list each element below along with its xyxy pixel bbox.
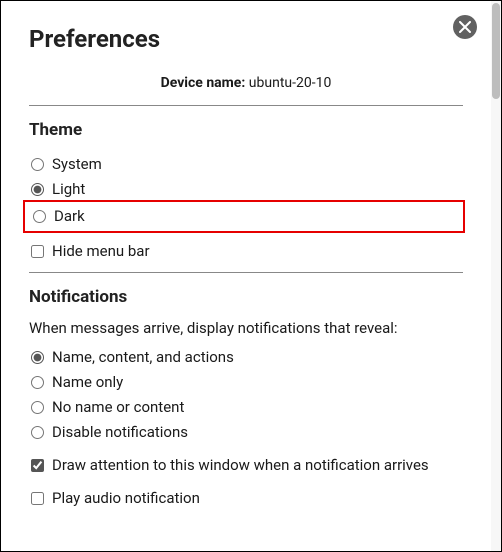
checkbox-play-audio[interactable] xyxy=(31,492,44,505)
play-audio-label: Play audio notification xyxy=(52,488,200,509)
close-icon xyxy=(459,18,471,37)
notif-option-none[interactable]: No name or content xyxy=(29,395,463,420)
notif-option-label: Disable notifications xyxy=(52,422,188,443)
notif-option-label: Name, content, and actions xyxy=(52,347,234,368)
notif-option-label: No name or content xyxy=(52,397,184,418)
radio-theme-dark[interactable] xyxy=(33,210,46,223)
theme-option-dark[interactable]: Dark xyxy=(31,204,461,229)
draw-attention-label: Draw attention to this window when a not… xyxy=(52,455,429,476)
close-button[interactable] xyxy=(453,15,477,39)
notifications-intro: When messages arrive, display notificati… xyxy=(29,319,463,337)
radio-notif-disable[interactable] xyxy=(31,426,44,439)
divider xyxy=(29,105,463,106)
page-title: Preferences xyxy=(29,25,463,53)
notif-option-name-only[interactable]: Name only xyxy=(29,370,463,395)
theme-option-label: Light xyxy=(52,179,85,200)
radio-theme-system[interactable] xyxy=(31,158,44,171)
scrollbar-thumb[interactable] xyxy=(492,3,500,99)
notif-option-full[interactable]: Name, content, and actions xyxy=(29,345,463,370)
checkbox-draw-attention[interactable] xyxy=(31,459,44,472)
hide-menu-bar-label: Hide menu bar xyxy=(52,241,150,262)
highlighted-option: Dark xyxy=(23,200,465,233)
hide-menu-bar-option[interactable]: Hide menu bar xyxy=(29,239,463,264)
notif-option-label: Name only xyxy=(52,372,123,393)
theme-option-light[interactable]: Light xyxy=(29,177,463,202)
radio-notif-name-only[interactable] xyxy=(31,376,44,389)
preferences-dialog: Preferences Device name: ubuntu-20-10 Th… xyxy=(0,0,502,552)
section-title-notifications: Notifications xyxy=(29,287,463,307)
divider xyxy=(29,272,463,273)
theme-option-label: Dark xyxy=(54,206,85,227)
theme-option-system[interactable]: System xyxy=(29,152,463,177)
notif-option-disable[interactable]: Disable notifications xyxy=(29,420,463,445)
theme-option-label: System xyxy=(52,154,102,175)
radio-notif-full[interactable] xyxy=(31,351,44,364)
radio-theme-light[interactable] xyxy=(31,183,44,196)
device-name-label: Device name: xyxy=(161,75,246,91)
scrollbar-track[interactable] xyxy=(491,1,501,551)
radio-notif-none[interactable] xyxy=(31,401,44,414)
section-title-theme: Theme xyxy=(29,120,463,140)
play-audio-option[interactable]: Play audio notification xyxy=(29,486,463,511)
device-name-row: Device name: ubuntu-20-10 xyxy=(29,71,463,105)
device-name-value: ubuntu-20-10 xyxy=(249,75,332,91)
draw-attention-option[interactable]: Draw attention to this window when a not… xyxy=(29,453,463,478)
preferences-scroll[interactable]: Preferences Device name: ubuntu-20-10 Th… xyxy=(1,1,491,551)
checkbox-hide-menu-bar[interactable] xyxy=(31,245,44,258)
